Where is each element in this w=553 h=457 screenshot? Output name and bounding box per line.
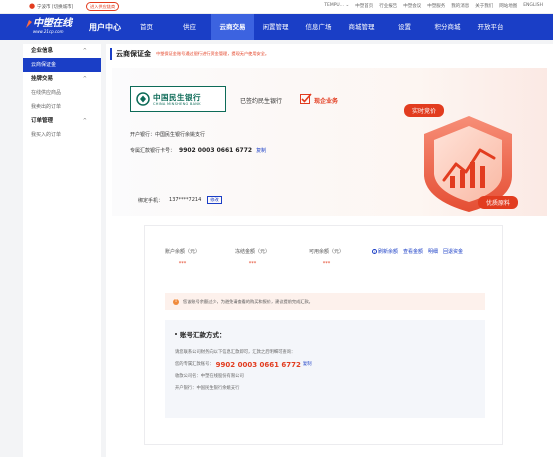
warning-icon: ! <box>173 298 179 305</box>
phone-row: 绑定手机： 137****7214 修改 <box>138 196 222 204</box>
top-link-about[interactable]: 关于我们 <box>475 3 493 9</box>
logo-mark-icon <box>26 20 32 28</box>
nav-item-points-mall[interactable]: 积分商城 <box>426 14 469 40</box>
top-link-home[interactable]: 中塑首页 <box>355 3 373 9</box>
bullet-dot-icon <box>175 333 177 335</box>
account-line: 专属汇款银行卡号： 9902 0003 0661 6772 复制 <box>130 147 266 154</box>
nav-item-open-platform[interactable]: 开放平台 <box>469 14 512 40</box>
page-header: 云商保证金 中塑保证金账号通过银行进行资金管理，提现无户使用安全。 <box>110 48 269 60</box>
remit-line-instructions: 请您联系公司财务向以下信息汇款即可，汇款之后明细可查询： <box>175 350 296 355</box>
sidebar-group-listing[interactable]: 挂牌交易 ^ <box>23 72 101 86</box>
top-link-report[interactable]: 行业报告 <box>379 3 397 9</box>
info-icon: i <box>372 249 377 254</box>
refresh-balance-link[interactable]: i 刷新余额 <box>372 248 398 255</box>
bank-hero-panel: 中国民生银行 CHINA MINSHENG BANK 已签约民生银行 现企业务 … <box>112 68 547 216</box>
illus-top-badge: 实时竞价 <box>412 107 436 115</box>
location-text: 宁波市 [切换城市] <box>37 4 74 10</box>
remit-line-account: 您的专属汇款账号： 9902 0003 0661 6772 复制 <box>175 359 312 371</box>
illus-bottom-badge: 优质原料 <box>486 199 510 207</box>
sidebar-item-bought-orders[interactable]: 我买入的订单 <box>23 128 101 142</box>
remit-line-bank: 开户银行：中国民生银行余姚支行 <box>175 386 240 391</box>
remit-account-number: 9902 0003 0661 6772 <box>215 361 301 369</box>
top-link-service[interactable]: 中塑服务 <box>427 3 445 9</box>
page-title: 云商保证金 <box>116 50 151 58</box>
balance-value: *** <box>322 261 331 267</box>
nav-items: 首页 供应 云商交易 闲置管理 信息广场 商城管理 设置 积分商城 开放平台 <box>125 14 512 40</box>
collapse-caret-icon: ^ <box>82 48 87 54</box>
top-bar: ● 宁波市 [切换城市] 进入供应链商 TEMPU... ⌄ 中塑首页 行业报告… <box>0 0 553 14</box>
checkmark-icon <box>300 93 312 104</box>
view-amount-link[interactable]: 查看金额 <box>403 248 423 255</box>
balance-label: 账户余额（元） <box>165 249 201 255</box>
page-notice: 中塑保证金账号通过银行进行资金管理，提现无户使用安全。 <box>156 51 270 56</box>
trading-illustration: 实时竞价 优质原料 <box>404 104 518 212</box>
refund-funds-link[interactable]: 回退资金 <box>443 248 463 255</box>
balance-available: 可用余额（元） *** <box>309 248 344 267</box>
remit-info-box: 账号汇款方式： 请您联系公司财务向以下信息汇款即可，汇款之后明细可查询： 您的专… <box>165 320 485 418</box>
nav-item-settings[interactable]: 设置 <box>383 14 426 40</box>
account-label: 专属汇款银行卡号： <box>130 148 176 154</box>
warning-text: 您该账号余额过少，为避免请查看的购买和报价，建议提前完成汇款。 <box>183 298 313 304</box>
remit-line-company: 收款公司名：中塑在线股份有限公司 <box>175 374 244 379</box>
top-links: TEMPU... ⌄ 中塑首页 行业报告 中塑会议 中塑服务 我的消息 关于我们… <box>324 3 543 9</box>
sidebar-group-orders[interactable]: 订单管理 ^ <box>23 114 101 128</box>
enterprise-business-text: 现企业务 <box>314 98 339 105</box>
balance-frozen: 冻结金额（元） *** <box>235 248 270 267</box>
enter-supply-chain-button[interactable]: 进入供应链商 <box>86 2 120 11</box>
sidebar-item-sold-orders[interactable]: 我卖出的订单 <box>23 100 101 114</box>
collapse-caret-icon: ^ <box>82 118 87 124</box>
sidebar-group-company[interactable]: 企业信息 ^ <box>23 44 101 58</box>
balance-account: 账户余额（元） *** <box>165 248 200 267</box>
copy-remit-account-link[interactable]: 复制 <box>303 359 312 371</box>
minsheng-bank-logo-icon <box>136 92 150 106</box>
phone-value: 137****7214 <box>169 197 202 203</box>
balance-label: 冻结金额（元） <box>235 249 271 255</box>
top-link-english[interactable]: ENGLISH <box>523 3 543 9</box>
remit-heading: 账号汇款方式： <box>175 329 485 339</box>
top-link-account[interactable]: TEMPU... ⌄ <box>324 3 349 9</box>
top-link-meeting[interactable]: 中塑会议 <box>403 3 421 9</box>
sidebar-item-deposit[interactable]: 云商保证金 <box>23 58 101 72</box>
copy-account-link[interactable]: 复制 <box>256 147 266 154</box>
balance-value: *** <box>248 261 257 267</box>
details-link[interactable]: 明细 <box>428 248 438 255</box>
logo-subtext: www.21cp.com <box>33 29 64 34</box>
account-number: 9902 0003 0661 6772 <box>179 147 253 154</box>
phone-label: 绑定手机： <box>138 197 164 204</box>
bank-name-block: 中国民生银行 CHINA MINSHENG BANK <box>153 93 201 106</box>
nav-item-mall-manage[interactable]: 商城管理 <box>340 14 383 40</box>
top-link-messages[interactable]: 我的消息 <box>451 3 469 9</box>
main-nav: 中塑在线 www.21cp.com 用户中心 首页 供应 云商交易 闲置管理 信… <box>0 14 553 40</box>
balance-card: 账户余额（元） *** 冻结金额（元） *** 可用余额（元） *** i 刷新余… <box>144 225 503 445</box>
nav-item-cloud-trade[interactable]: 云商交易 <box>211 14 254 40</box>
partner-text: 已签约民生银行 <box>240 98 283 105</box>
main-content: 云商保证金 中塑保证金账号通过银行进行资金管理，提现无户使用安全。 中国民生银行… <box>106 44 553 457</box>
nav-item-supply[interactable]: 供应 <box>168 14 211 40</box>
nav-item-info-square[interactable]: 信息广场 <box>297 14 340 40</box>
top-link-sitemap[interactable]: 网站地图 <box>499 3 517 9</box>
bank-logo-box: 中国民生银行 CHINA MINSHENG BANK <box>130 86 226 112</box>
logo-text: 中塑在线 <box>33 18 72 29</box>
sidebar-group-label: 企业信息 <box>31 48 54 54</box>
bank-name-en: CHINA MINSHENG BANK <box>153 101 201 106</box>
open-bank-text: 开户银行：中国民生银行余姚支行 <box>130 132 206 138</box>
low-balance-warning: ! 您该账号余额过少，为避免请查看的购买和报价，建议提前完成汇款。 <box>165 293 485 310</box>
modify-phone-button[interactable]: 修改 <box>207 196 222 204</box>
site-logo[interactable]: 中塑在线 www.21cp.com <box>25 18 79 36</box>
collapse-caret-icon: ^ <box>82 76 87 82</box>
balance-value: *** <box>178 261 187 267</box>
balance-actions: i 刷新余额 查看金额 明细 回退资金 <box>372 248 463 255</box>
sidebar-group-label: 挂牌交易 <box>31 76 54 82</box>
nav-item-idle[interactable]: 闲置管理 <box>254 14 297 40</box>
nav-item-home[interactable]: 首页 <box>125 14 168 40</box>
sidebar-group-label: 订单管理 <box>31 118 54 124</box>
sidebar: 企业信息 ^ 云商保证金 挂牌交易 ^ 在线供应商品 我卖出的订单 订单管理 ^… <box>23 44 101 457</box>
sidebar-item-online-supply[interactable]: 在线供应商品 <box>23 86 101 100</box>
bank-name-cn: 中国民生银行 <box>153 92 201 102</box>
location-switch[interactable]: ● 宁波市 [切换城市] <box>29 3 73 10</box>
balance-label: 可用余额（元） <box>309 249 345 255</box>
user-center-title: 用户中心 <box>89 23 121 32</box>
location-pin-icon: ● <box>29 2 36 10</box>
